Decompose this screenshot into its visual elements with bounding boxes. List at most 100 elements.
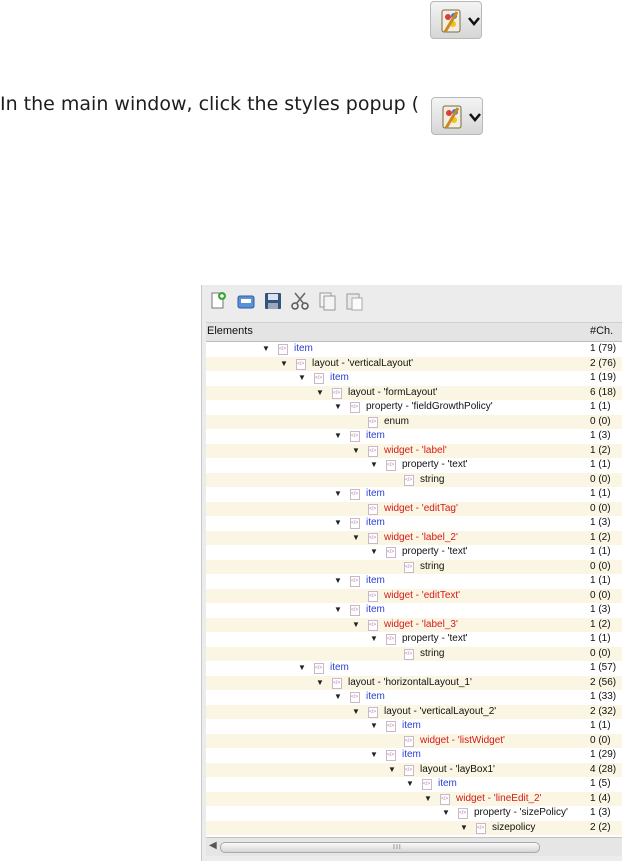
tree-row-string[interactable]: string 0 (0) bbox=[206, 472, 622, 487]
expand-arrow-icon[interactable]: ▼ bbox=[315, 676, 325, 691]
expand-arrow-icon[interactable]: ▼ bbox=[441, 806, 451, 821]
expand-arrow-icon[interactable]: ▼ bbox=[369, 458, 379, 473]
tree-row-count: 0 (0) bbox=[590, 589, 611, 601]
expand-arrow-icon[interactable]: ▼ bbox=[351, 705, 361, 720]
expand-arrow-icon[interactable]: ▼ bbox=[405, 777, 415, 792]
expand-arrow-icon[interactable]: ▼ bbox=[423, 792, 433, 807]
tree-row-widget[interactable]: ▼ widget - 'label_2' 1 (2) bbox=[206, 530, 622, 546]
tree-row-count: 1 (1) bbox=[590, 575, 611, 586]
tree-row-enum[interactable]: enum 0 (0) bbox=[206, 414, 622, 429]
tree-row-layout[interactable]: ▼ layout - 'horizontalLayout_1' 2 (56) bbox=[206, 675, 622, 691]
tree-row-label: enum bbox=[384, 415, 410, 427]
expand-arrow-icon[interactable]: ▼ bbox=[351, 444, 361, 459]
tree-row-property[interactable]: ▼ property - 'text' 1 (1) bbox=[206, 458, 622, 473]
xml-element-icon bbox=[350, 402, 360, 413]
tree-row-label: layout - 'verticalLayout_2' bbox=[384, 705, 497, 717]
tree-row-item[interactable]: ▼ item 1 (33) bbox=[206, 690, 622, 705]
expand-arrow-icon[interactable]: ▼ bbox=[351, 618, 361, 633]
expand-arrow-icon[interactable]: ▼ bbox=[333, 574, 343, 589]
expand-arrow-icon[interactable]: ▼ bbox=[459, 821, 469, 836]
tree-row-widget[interactable]: ▼ widget - 'label_3' 1 (2) bbox=[206, 617, 622, 633]
expand-arrow-icon[interactable]: ▼ bbox=[387, 763, 397, 778]
tree-row-item[interactable]: ▼ item 1 (19) bbox=[206, 371, 622, 386]
tree-row-label: property - 'text' bbox=[402, 459, 468, 470]
styles-popup-button-inline[interactable] bbox=[431, 97, 483, 135]
tree-row-item[interactable]: ▼ item 1 (1) bbox=[206, 487, 622, 502]
tree-row-property[interactable]: ▼ property - 'text' 1 (1) bbox=[206, 632, 622, 647]
tree-row-item[interactable]: ▼ item 1 (3) bbox=[206, 429, 622, 444]
tree-row-widget[interactable]: ▼ widget - 'label' 1 (2) bbox=[206, 443, 622, 459]
tree-row-count: 2 (56) bbox=[590, 676, 617, 688]
tree-row-sizepolicy[interactable]: ▼ sizepolicy 2 (2) bbox=[206, 820, 622, 836]
expand-arrow-icon[interactable]: ▼ bbox=[333, 487, 343, 502]
expand-arrow-icon[interactable]: ▼ bbox=[297, 661, 307, 676]
scrollbar-grip: III bbox=[393, 844, 402, 851]
tree-row-string[interactable]: string 0 (0) bbox=[206, 559, 622, 574]
cut-icon[interactable] bbox=[289, 290, 311, 312]
horizontal-scrollbar[interactable]: ◀ III bbox=[206, 837, 622, 856]
xml-element-icon bbox=[350, 518, 360, 529]
tree-row-item[interactable]: ▼ item 1 (79) bbox=[206, 342, 622, 357]
expand-arrow-icon[interactable]: ▼ bbox=[333, 429, 343, 444]
instruction-text: In the main window, click the styles pop… bbox=[0, 93, 419, 115]
expand-arrow-icon[interactable]: ▼ bbox=[351, 531, 361, 546]
element-tree[interactable]: ▼ item 1 (79) ▼ layout - 'verticalLayout' 2 (… bbox=[206, 342, 622, 837]
xml-element-icon bbox=[350, 489, 360, 500]
expand-arrow-icon[interactable]: ▼ bbox=[369, 748, 379, 763]
tree-row-count: 1 (2) bbox=[590, 444, 611, 456]
tree-row-property[interactable]: ▼ property - 'sizePolicy' 1 (3) bbox=[206, 806, 622, 821]
expand-arrow-icon[interactable]: ▼ bbox=[333, 603, 343, 618]
expand-arrow-icon[interactable]: ▼ bbox=[297, 371, 307, 386]
tree-row-widget[interactable]: widget - 'editTag' 0 (0) bbox=[206, 501, 622, 516]
paste-icon[interactable] bbox=[343, 290, 365, 312]
tree-row-count: 2 (32) bbox=[590, 705, 617, 717]
expand-arrow-icon[interactable]: ▼ bbox=[315, 386, 325, 401]
save-icon[interactable] bbox=[262, 290, 284, 312]
tree-row-widget[interactable]: widget - 'listWidget' 0 (0) bbox=[206, 733, 622, 748]
tree-row-label: sizepolicy bbox=[492, 821, 536, 833]
tree-row-count: 1 (33) bbox=[590, 691, 617, 702]
tree-row-layout[interactable]: ▼ layout - 'verticalLayout' 2 (76) bbox=[206, 356, 622, 372]
xml-element-icon bbox=[422, 779, 432, 790]
tree-row-property[interactable]: ▼ property - 'text' 1 (1) bbox=[206, 545, 622, 560]
expand-arrow-icon[interactable]: ▼ bbox=[333, 516, 343, 531]
tree-row-label: layout - 'horizontalLayout_1' bbox=[348, 676, 472, 688]
expand-arrow-icon[interactable]: ▼ bbox=[261, 342, 271, 357]
tree-row-label: layout - 'layBox1' bbox=[420, 763, 495, 775]
open-icon[interactable] bbox=[235, 290, 257, 312]
tree-row-item[interactable]: ▼ item 1 (3) bbox=[206, 603, 622, 618]
tree-row-item[interactable]: ▼ item 1 (3) bbox=[206, 516, 622, 531]
expand-arrow-icon[interactable]: ▼ bbox=[333, 400, 343, 415]
expand-arrow-icon[interactable]: ▼ bbox=[369, 545, 379, 560]
tree-row-item[interactable]: ▼ item 1 (5) bbox=[206, 777, 622, 792]
tree-row-label: item bbox=[402, 720, 421, 731]
scroll-left-arrow-icon[interactable]: ◀ bbox=[209, 840, 217, 851]
expand-arrow-icon[interactable]: ▼ bbox=[369, 719, 379, 734]
tree-row-item[interactable]: ▼ item 1 (1) bbox=[206, 719, 622, 734]
tree-row-item[interactable]: ▼ item 1 (57) bbox=[206, 661, 622, 676]
xml-element-icon bbox=[314, 663, 324, 674]
styles-popup-button-top[interactable] bbox=[430, 1, 482, 39]
column-elements[interactable]: Elements bbox=[207, 325, 253, 337]
tree-row-layout[interactable]: ▼ layout - 'verticalLayout_2' 2 (32) bbox=[206, 704, 622, 720]
new-document-icon[interactable] bbox=[207, 290, 229, 312]
tree-row-layout[interactable]: ▼ layout - 'formLayout' 6 (18) bbox=[206, 385, 622, 401]
tree-row-string[interactable]: string 0 (0) bbox=[206, 646, 622, 661]
tree-row-widget[interactable]: ▼ widget - 'lineEdit_2' 1 (4) bbox=[206, 791, 622, 807]
tree-row-widget[interactable]: widget - 'editText' 0 (0) bbox=[206, 588, 622, 603]
scrollbar-thumb[interactable]: III bbox=[220, 842, 540, 853]
tree-row-label: item bbox=[366, 517, 385, 528]
tree-row-item[interactable]: ▼ item 1 (1) bbox=[206, 574, 622, 589]
xml-element-icon bbox=[368, 416, 378, 428]
tree-row-count: 1 (57) bbox=[590, 662, 617, 673]
editor-toolbar bbox=[202, 285, 622, 321]
expand-arrow-icon[interactable]: ▼ bbox=[369, 632, 379, 647]
column-children[interactable]: #Ch. bbox=[590, 325, 613, 337]
copy-icon[interactable] bbox=[316, 290, 338, 312]
tree-row-item[interactable]: ▼ item 1 (29) bbox=[206, 748, 622, 763]
tree-row-label: item bbox=[330, 372, 349, 383]
expand-arrow-icon[interactable]: ▼ bbox=[279, 357, 289, 372]
expand-arrow-icon[interactable]: ▼ bbox=[333, 690, 343, 705]
tree-row-property[interactable]: ▼ property - 'fieldGrowthPolicy' 1 (1) bbox=[206, 400, 622, 415]
tree-row-layout[interactable]: ▼ layout - 'layBox1' 4 (28) bbox=[206, 762, 622, 778]
